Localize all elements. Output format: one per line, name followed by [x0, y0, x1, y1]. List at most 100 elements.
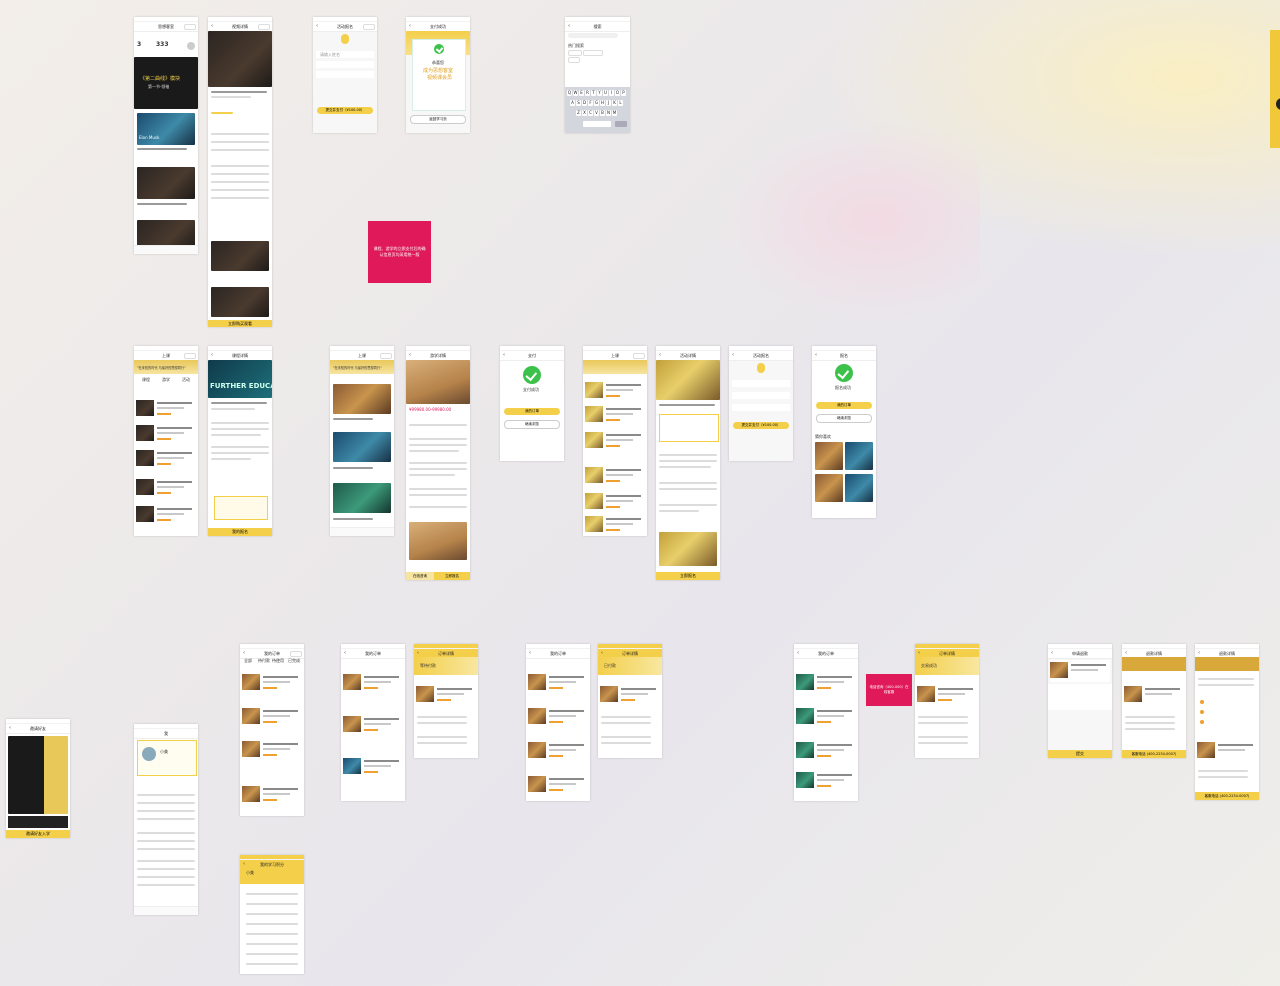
screen-signup-success[interactable]: ‹ 报名 报名成功 我的订单 继续浏览 猜你喜欢	[812, 346, 876, 518]
order-product[interactable]	[600, 684, 660, 706]
tab-bar[interactable]	[134, 245, 198, 254]
consult-button[interactable]: 在线咨询	[406, 572, 434, 580]
signup-now-button[interactable]: 立即报名	[656, 572, 720, 580]
submit-pay-button[interactable]: 提交并支付（¥100.00）	[317, 107, 373, 114]
search-input[interactable]	[568, 33, 618, 38]
order-product[interactable]	[416, 684, 476, 706]
screen-my-orders-4[interactable]: ‹ 我的订单	[794, 644, 858, 801]
menu-item[interactable]	[137, 818, 195, 820]
order-item[interactable]	[343, 714, 403, 736]
tab-bar[interactable]	[330, 527, 394, 536]
menu-item[interactable]	[137, 802, 195, 804]
screen-me[interactable]: 我 小美	[134, 724, 198, 915]
order-item[interactable]	[343, 756, 403, 778]
poster-thumbnails[interactable]	[8, 816, 68, 828]
screen-refund-apply[interactable]: ‹ 申请退款 提交	[1048, 644, 1112, 758]
chapter-item[interactable]	[211, 141, 269, 143]
order-item[interactable]	[796, 770, 856, 792]
list-item[interactable]	[136, 504, 196, 526]
tab-all[interactable]: 全部	[244, 658, 252, 664]
order-item[interactable]	[528, 672, 588, 694]
screen-order-detail-2[interactable]: ‹ 订单详情 已付款	[598, 644, 662, 758]
order-item[interactable]	[796, 706, 856, 728]
hot-tag[interactable]	[568, 57, 580, 63]
list-item[interactable]	[585, 491, 645, 513]
course-banner[interactable]: 《第二曲线》模块 第一节·领袖	[134, 57, 198, 109]
order-item[interactable]	[242, 784, 302, 806]
chapter-item[interactable]	[211, 197, 269, 199]
menu-item[interactable]	[137, 794, 195, 796]
my-signup-button[interactable]: 我的报名	[208, 528, 272, 536]
screen-activity-detail[interactable]: ‹ 活动详情 立即报名	[656, 346, 720, 580]
tab-to-use[interactable]: 待使用	[272, 658, 284, 664]
tour-image[interactable]	[333, 384, 391, 414]
list-item[interactable]	[585, 430, 645, 452]
screen-order-detail-3[interactable]: ‹ 订单详情 交易成功	[915, 644, 979, 758]
screen-payment-success[interactable]: ‹ 支付 支付成功 我的订单 继续浏览	[500, 346, 564, 461]
menu-item[interactable]	[137, 884, 195, 886]
screen-search[interactable]: ‹ 搜索 热门搜索 QWERTYUIOP ASDFGHJKL ZXCVBNM	[565, 17, 630, 133]
back-icon[interactable]: ‹	[732, 351, 734, 360]
screen-video-detail[interactable]: ‹ 视频详情 立即购买观看	[208, 17, 272, 327]
screen-my-orders-3[interactable]: ‹ 我的订单	[526, 644, 590, 801]
list-item[interactable]	[136, 477, 196, 499]
list-item[interactable]	[585, 465, 645, 487]
recommend-card[interactable]	[845, 442, 873, 470]
back-icon[interactable]: ‹	[815, 351, 817, 360]
menu-item[interactable]	[137, 840, 195, 842]
chapter-item[interactable]	[211, 189, 269, 191]
screen-study-tour-list[interactable]: 上课 "在未知的时代 与最好的思想同行"	[330, 346, 394, 536]
list-item[interactable]	[136, 448, 196, 470]
order-item[interactable]	[242, 739, 302, 761]
back-icon[interactable]: ‹	[409, 22, 411, 31]
order-item[interactable]	[796, 740, 856, 762]
submit-button[interactable]: 提交	[1048, 750, 1112, 758]
signup-now-button[interactable]: 立即报名	[434, 572, 470, 580]
call-service-button[interactable]: 客服电话 (400-2234-0007)	[1195, 792, 1259, 800]
tab-activity[interactable]: 活动	[182, 377, 190, 383]
list-item[interactable]	[136, 423, 196, 445]
back-icon[interactable]: ‹	[9, 724, 11, 733]
buy-button[interactable]: 立即购买观看	[208, 320, 272, 327]
phone-field[interactable]	[732, 392, 790, 399]
back-icon[interactable]: ‹	[659, 351, 661, 360]
hot-tag[interactable]	[568, 50, 582, 56]
tour-image[interactable]	[333, 432, 391, 462]
tab-study-tour[interactable]: 游学	[162, 377, 170, 383]
screen-my-orders-1[interactable]: ‹ 我的订单 全部 待付款 待使用 已完成	[240, 644, 304, 816]
order-item[interactable]	[528, 774, 588, 796]
recommend-card[interactable]	[845, 474, 873, 502]
chapter-item[interactable]	[211, 181, 269, 183]
chapter-item[interactable]	[211, 149, 269, 151]
phone-field[interactable]	[316, 61, 374, 68]
back-icon[interactable]: ‹	[409, 351, 411, 360]
avatar[interactable]	[187, 42, 195, 50]
screen-study-tour-detail[interactable]: ‹ 游学详情 ¥99980.00-99980.00 在线咨询 立即报名	[406, 346, 470, 580]
continue-browsing-button[interactable]: 继续浏览	[816, 414, 872, 423]
menu-item[interactable]	[137, 860, 195, 862]
screen-order-detail-1[interactable]: ‹ 订单详情 等待付款	[414, 644, 478, 758]
member-card[interactable]: 小美	[137, 740, 197, 776]
back-icon[interactable]: ‹	[568, 22, 570, 31]
menu-item[interactable]	[137, 832, 195, 834]
screen-home[interactable]: 思想客室 3 333 《第二曲线》模块 第一节·领袖 Elon Musk	[134, 17, 198, 254]
back-icon[interactable]: ‹	[211, 351, 213, 360]
recommend-card[interactable]	[815, 474, 843, 502]
list-item[interactable]	[585, 404, 645, 426]
company-field[interactable]	[316, 71, 374, 78]
invite-button[interactable]: 邀请好友入学	[6, 830, 70, 838]
tour-image[interactable]	[333, 483, 391, 513]
chapter-item[interactable]	[211, 133, 269, 135]
search-key[interactable]	[615, 121, 627, 127]
tab-done[interactable]: 已完成	[288, 658, 300, 664]
screen-activity-signup[interactable]: ‹ 活动报名 请输入姓名 提交并支付（¥100.00）	[313, 17, 377, 133]
screen-course-detail[interactable]: ‹ 课程详情 FURTHER EDUCATION 我的报名	[208, 346, 272, 536]
order-item[interactable]	[528, 706, 588, 728]
order-item[interactable]	[242, 672, 302, 694]
back-icon[interactable]: ‹	[529, 649, 531, 658]
video-thumbnail-locked[interactable]	[211, 287, 269, 317]
recommend-card[interactable]	[815, 442, 843, 470]
back-icon[interactable]: ‹	[503, 351, 505, 360]
video-player[interactable]	[208, 31, 272, 87]
menu-item[interactable]	[137, 868, 195, 870]
